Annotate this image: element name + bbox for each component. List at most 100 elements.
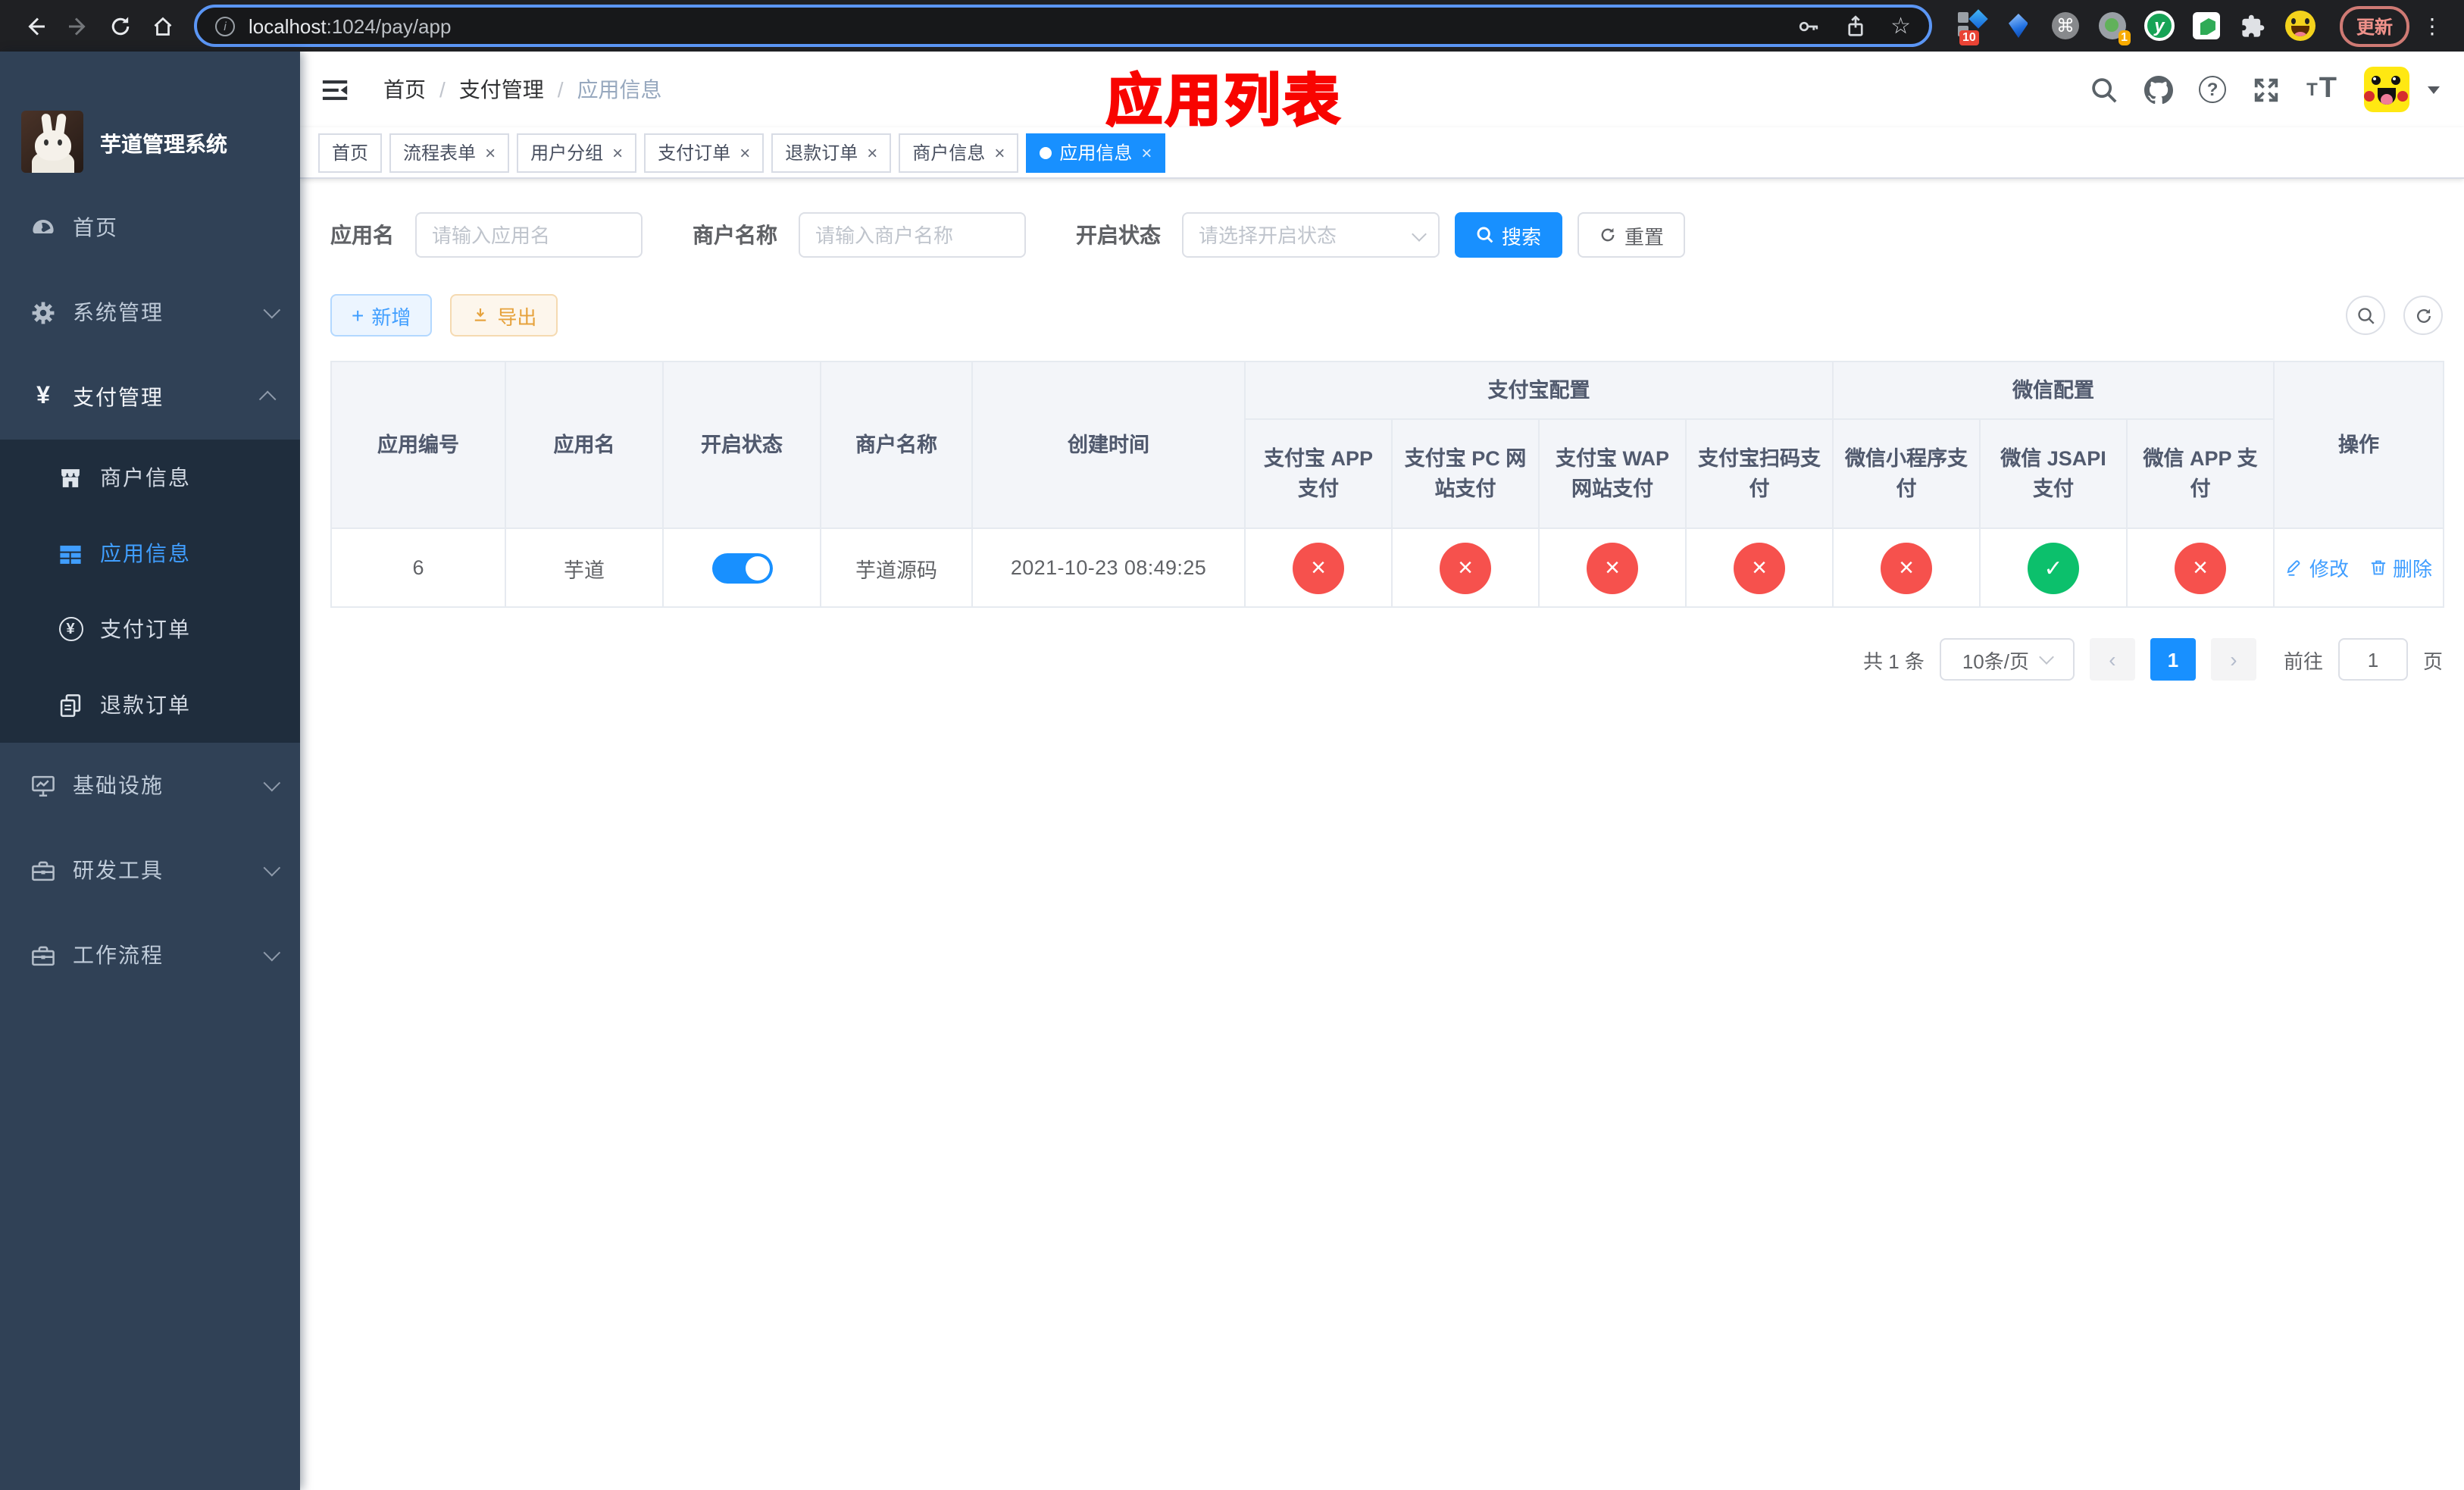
avatar-dropdown-caret-icon[interactable] bbox=[2428, 86, 2440, 93]
help-icon[interactable]: ? bbox=[2199, 76, 2227, 103]
sidebar-item-refund-order[interactable]: 退款订单 bbox=[0, 667, 300, 743]
gear-icon bbox=[30, 299, 56, 325]
sidebar-item-merchant-info[interactable]: 商户信息 bbox=[0, 440, 300, 515]
close-icon[interactable] bbox=[994, 143, 1005, 161]
breadcrumb-home[interactable]: 首页 bbox=[383, 74, 426, 105]
sidebar-item-dev-tools[interactable]: 研发工具 bbox=[0, 828, 300, 912]
tab-process-form[interactable]: 流程表单 bbox=[389, 133, 510, 172]
back-icon[interactable] bbox=[15, 6, 55, 45]
address-bar[interactable]: i localhost:1024/pay/app ☆ bbox=[194, 5, 1932, 47]
user-avatar[interactable] bbox=[2364, 67, 2409, 112]
extension-icon[interactable] bbox=[2191, 11, 2222, 41]
extension-icon[interactable]: 1 bbox=[2097, 11, 2131, 45]
goto-page-input[interactable] bbox=[2337, 638, 2408, 681]
extension-icon[interactable] bbox=[2003, 11, 2034, 41]
sidebar-item-home[interactable]: 首页 bbox=[0, 185, 300, 270]
cell-status bbox=[662, 527, 821, 608]
breadcrumb-app-info: 应用信息 bbox=[577, 77, 662, 102]
prev-page-button[interactable]: ‹ bbox=[2089, 638, 2135, 681]
status-icon bbox=[1293, 542, 1344, 593]
close-icon[interactable] bbox=[740, 143, 750, 161]
browser-update-button[interactable]: 更新 bbox=[2339, 5, 2409, 46]
extension-command-icon[interactable]: ⌘ bbox=[2050, 11, 2081, 41]
breadcrumb-payment[interactable]: 支付管理 bbox=[459, 74, 544, 105]
tab-app-info[interactable]: 应用信息 bbox=[1026, 133, 1166, 172]
yen-icon: ¥ bbox=[36, 383, 50, 409]
search-button[interactable]: 搜索 bbox=[1455, 212, 1563, 258]
tab-pay-order[interactable]: 支付订单 bbox=[644, 133, 765, 172]
status-icon bbox=[2175, 542, 2226, 593]
extensions-row: 10 ⌘ 1 y bbox=[1956, 9, 2315, 45]
col-app-id: 应用编号 bbox=[330, 361, 506, 529]
current-page-button[interactable]: 1 bbox=[2150, 638, 2196, 681]
extensions-puzzle-icon[interactable] bbox=[2238, 11, 2269, 41]
font-size-icon[interactable]: TT bbox=[2306, 73, 2338, 106]
sidebar-item-payment[interactable]: ¥ 支付管理 bbox=[0, 355, 300, 440]
toggle-search-icon[interactable] bbox=[2346, 296, 2385, 335]
search-icon[interactable] bbox=[2090, 75, 2118, 104]
grid-icon bbox=[58, 540, 83, 566]
sidebar-item-pay-order[interactable]: ¥ 支付订单 bbox=[0, 591, 300, 667]
page-unit-label: 页 bbox=[2422, 650, 2443, 672]
share-icon[interactable] bbox=[1843, 14, 1866, 37]
cell-app-id: 6 bbox=[330, 527, 506, 608]
delete-link[interactable]: 删除 bbox=[2369, 553, 2432, 582]
tab-merchant-info[interactable]: 商户信息 bbox=[899, 133, 1019, 172]
next-page-button[interactable]: › bbox=[2210, 638, 2256, 681]
tab-user-group[interactable]: 用户分组 bbox=[517, 133, 637, 172]
status-select[interactable] bbox=[1182, 212, 1440, 258]
sidebar: 芋道管理系统 首页 系统管理 ¥ 支付管理 商户信息 应用信息 ¥ 支付订单 退… bbox=[0, 52, 300, 1490]
status-icon bbox=[1440, 542, 1491, 593]
fullscreen-icon[interactable] bbox=[2252, 75, 2281, 104]
app-name-input[interactable] bbox=[415, 212, 643, 258]
col-group-alipay: 支付宝配置 bbox=[1244, 361, 1834, 420]
home-icon[interactable] bbox=[142, 6, 182, 45]
close-icon[interactable] bbox=[867, 143, 877, 161]
url-text[interactable]: localhost:1024/pay/app bbox=[249, 14, 451, 37]
breadcrumb: 首页 / 支付管理 / 应用信息 bbox=[383, 74, 662, 105]
password-key-icon[interactable] bbox=[1796, 14, 1819, 37]
profile-avatar-icon[interactable] bbox=[2284, 11, 2315, 41]
sidebar-item-system[interactable]: 系统管理 bbox=[0, 270, 300, 355]
chevron-up-icon bbox=[258, 390, 277, 408]
status-toggle[interactable] bbox=[711, 552, 772, 583]
tab-refund-order[interactable]: 退款订单 bbox=[771, 133, 892, 172]
extension-icon[interactable]: 10 bbox=[1956, 9, 1988, 45]
sidebar-item-workflow[interactable]: 工作流程 bbox=[0, 912, 300, 997]
payment-submenu: 商户信息 应用信息 ¥ 支付订单 退款订单 bbox=[0, 440, 300, 743]
add-button[interactable]: + 新增 bbox=[330, 294, 433, 337]
refresh-icon[interactable] bbox=[2403, 296, 2443, 335]
collapse-sidebar-icon[interactable] bbox=[321, 75, 350, 104]
edit-link[interactable]: 修改 bbox=[2285, 553, 2349, 582]
col-wechat-app: 微信 APP 支付 bbox=[2125, 418, 2275, 529]
table-toolbar: + 新增 导出 bbox=[330, 294, 2443, 337]
reset-button[interactable]: 重置 bbox=[1578, 212, 1686, 258]
site-info-icon[interactable]: i bbox=[215, 16, 235, 36]
status-icon bbox=[2028, 542, 2079, 593]
close-icon[interactable] bbox=[485, 143, 496, 161]
sidebar-item-app-info[interactable]: 应用信息 bbox=[0, 515, 300, 591]
total-count: 共 1 条 bbox=[1863, 650, 1925, 672]
chevron-down-icon bbox=[263, 301, 281, 319]
github-icon[interactable] bbox=[2144, 75, 2174, 104]
reload-icon[interactable] bbox=[100, 6, 139, 45]
page-size-select[interactable]: 10条/页 bbox=[1939, 638, 2075, 681]
monitor-icon bbox=[30, 772, 56, 798]
close-icon[interactable] bbox=[1141, 143, 1152, 161]
close-icon[interactable] bbox=[612, 143, 623, 161]
export-button[interactable]: 导出 bbox=[450, 294, 558, 337]
plus-icon: + bbox=[352, 303, 364, 327]
status-select-input[interactable] bbox=[1182, 212, 1440, 258]
table-row: 6 芋道 芋道源码 2021-10-23 08:49:25 × × × × × … bbox=[330, 527, 2445, 608]
forward-icon[interactable] bbox=[58, 6, 97, 45]
merchant-name-input[interactable] bbox=[799, 212, 1026, 258]
sidebar-item-infrastructure[interactable]: 基础设施 bbox=[0, 743, 300, 828]
extension-icon[interactable]: y bbox=[2143, 11, 2175, 41]
col-alipay-qr: 支付宝扫码支付 bbox=[1685, 418, 1834, 529]
tab-home[interactable]: 首页 bbox=[318, 133, 383, 172]
bookmark-star-icon[interactable]: ☆ bbox=[1890, 12, 1911, 39]
app-logo-row[interactable]: 芋道管理系统 bbox=[0, 52, 300, 185]
browser-menu-icon[interactable]: ⋮ bbox=[2419, 13, 2449, 39]
cell-create-time: 2021-10-23 08:49:25 bbox=[971, 527, 1246, 608]
col-alipay-app: 支付宝 APP 支付 bbox=[1244, 418, 1393, 529]
